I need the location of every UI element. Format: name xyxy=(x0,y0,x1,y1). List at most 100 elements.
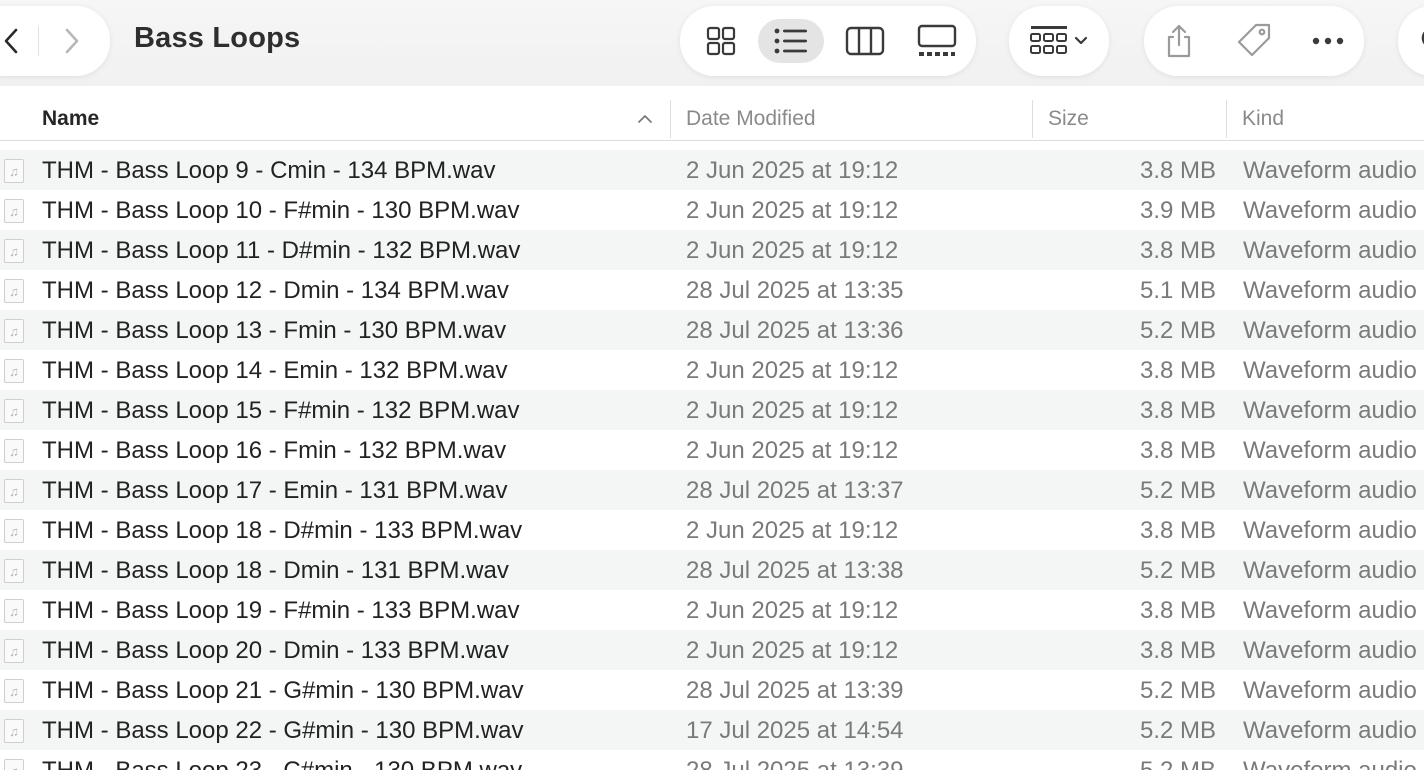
file-name: THM - Bass Loop 18 - Dmin - 131 BPM.wav xyxy=(42,557,509,584)
audio-file-icon: ♫ xyxy=(4,479,28,503)
audio-file-icon: ♫ xyxy=(4,279,28,303)
file-row[interactable]: ♫ THM - Bass Loop 23 - C#min - 130 BPM.wa… xyxy=(0,750,1424,770)
file-kind: Waveform audio xyxy=(1243,277,1417,304)
file-name: THM - Bass Loop 22 - G#min - 130 BPM.wav xyxy=(42,717,524,744)
audio-file-icon: ♫ xyxy=(4,359,28,383)
audio-file-icon: ♫ xyxy=(4,239,28,263)
file-row[interactable]: ♫ THM - Bass Loop 12 - Dmin - 134 BPM.wav… xyxy=(0,270,1424,310)
tag-button[interactable] xyxy=(1229,19,1279,63)
audio-file-icon: ♫ xyxy=(4,599,28,623)
column-name-header[interactable]: Name xyxy=(42,98,642,140)
file-size: 5.1 MB xyxy=(1139,277,1216,304)
file-kind: Waveform audio xyxy=(1243,557,1417,584)
file-size: 3.8 MB xyxy=(1139,597,1216,624)
file-name: THM - Bass Loop 16 - Fmin - 132 BPM.wav xyxy=(42,437,507,464)
file-row[interactable]: ♫ THM - Bass Loop 17 - Emin - 131 BPM.wav… xyxy=(0,470,1424,510)
file-row[interactable]: ♫ THM - Bass Loop 14 - Emin - 132 BPM.wav… xyxy=(0,350,1424,390)
file-row[interactable]: ♫ THM - Bass Loop 13 - Fmin - 130 BPM.wav… xyxy=(0,310,1424,350)
file-size: 5.2 MB xyxy=(1139,477,1216,504)
file-date-modified: 2 Jun 2025 at 19:12 xyxy=(686,357,899,384)
file-row[interactable]: ♫ THM - Bass Loop 15 - F#min - 132 BPM.wa… xyxy=(0,390,1424,430)
column-date-modified-header[interactable]: Date Modified xyxy=(686,98,1016,140)
icon-view-button[interactable] xyxy=(688,19,754,63)
navigation-buttons xyxy=(0,6,110,76)
file-date-modified: 28 Jul 2025 at 13:39 xyxy=(686,677,904,704)
audio-file-icon: ♫ xyxy=(4,639,28,663)
file-size: 5.2 MB xyxy=(1139,717,1216,744)
file-name: THM - Bass Loop 11 - D#min - 132 BPM.wav xyxy=(42,237,521,264)
file-kind: Waveform audio xyxy=(1243,517,1417,544)
audio-file-icon: ♫ xyxy=(4,439,28,463)
audio-file-icon: ♫ xyxy=(4,559,28,583)
column-date-label: Date Modified xyxy=(686,107,816,130)
gallery-view-button[interactable] xyxy=(904,19,970,63)
file-row[interactable]: ♫ THM - Bass Loop 20 - Dmin - 133 BPM.wav… xyxy=(0,630,1424,670)
audio-file-icon: ♫ xyxy=(4,159,28,183)
column-divider[interactable] xyxy=(1032,100,1033,138)
column-name-label: Name xyxy=(42,107,100,130)
back-button[interactable] xyxy=(0,6,36,76)
file-date-modified: 2 Jun 2025 at 19:12 xyxy=(686,197,899,224)
file-size: 3.8 MB xyxy=(1139,637,1216,664)
file-kind: Waveform audio xyxy=(1243,237,1417,264)
file-row[interactable]: ♫ THM - Bass Loop 18 - D#min - 133 BPM.wa… xyxy=(0,510,1424,550)
file-size: 3.8 MB xyxy=(1139,517,1216,544)
action-buttons xyxy=(1144,6,1364,76)
nav-divider xyxy=(38,26,39,56)
file-date-modified: 28 Jul 2025 at 13:36 xyxy=(686,317,904,344)
file-name: THM - Bass Loop 13 - Fmin - 130 BPM.wav xyxy=(42,317,507,344)
file-name: THM - Bass Loop 21 - G#min - 130 BPM.wav xyxy=(42,677,524,704)
audio-file-icon: ♫ xyxy=(4,759,28,770)
file-name: THM - Bass Loop 10 - F#min - 130 BPM.wav xyxy=(42,197,520,224)
file-kind: Waveform audio xyxy=(1243,677,1417,704)
column-size-header[interactable]: Size xyxy=(1048,98,1218,140)
file-size: 3.8 MB xyxy=(1139,397,1216,424)
file-row[interactable]: ♫ THM - Bass Loop 11 - D#min - 132 BPM.wa… xyxy=(0,230,1424,270)
column-kind-header[interactable]: Kind xyxy=(1242,98,1422,140)
file-date-modified: 28 Jul 2025 at 13:35 xyxy=(686,277,904,304)
file-kind: Waveform audio xyxy=(1243,717,1417,744)
file-size: 3.8 MB xyxy=(1139,237,1216,264)
file-row[interactable]: ♫ THM - Bass Loop 21 - G#min - 130 BPM.wa… xyxy=(0,670,1424,710)
file-size: 3.8 MB xyxy=(1139,157,1216,184)
forward-button[interactable] xyxy=(47,6,97,76)
file-row[interactable]: ♫ THM - Bass Loop 22 - G#min - 130 BPM.wa… xyxy=(0,710,1424,750)
group-by-button[interactable] xyxy=(1009,6,1109,76)
columns-icon xyxy=(845,26,885,56)
file-kind: Waveform audio xyxy=(1243,597,1417,624)
file-name: THM - Bass Loop 14 - Emin - 132 BPM.wav xyxy=(42,357,508,384)
file-row[interactable]: ♫ THM - Bass Loop 9 - Cmin - 134 BPM.wav 2… xyxy=(0,150,1424,190)
file-date-modified: 2 Jun 2025 at 19:12 xyxy=(686,237,899,264)
column-kind-label: Kind xyxy=(1242,107,1285,130)
more-actions-button[interactable] xyxy=(1303,19,1353,63)
file-kind: Waveform audio xyxy=(1243,317,1417,344)
file-date-modified: 2 Jun 2025 at 19:12 xyxy=(686,517,899,544)
column-divider[interactable] xyxy=(1226,100,1227,138)
file-date-modified: 2 Jun 2025 at 19:12 xyxy=(686,157,899,184)
tag-icon xyxy=(1237,23,1271,57)
file-name: THM - Bass Loop 9 - Cmin - 134 BPM.wav xyxy=(42,157,496,184)
file-row[interactable]: ♫ THM - Bass Loop 16 - Fmin - 132 BPM.wav… xyxy=(0,430,1424,470)
file-name: THM - Bass Loop 20 - Dmin - 133 BPM.wav xyxy=(42,637,509,664)
file-row[interactable]: ♫ THM - Bass Loop 19 - F#min - 133 BPM.wa… xyxy=(0,590,1424,630)
file-size: 3.9 MB xyxy=(1139,197,1216,224)
gallery-icon xyxy=(917,24,957,56)
file-kind: Waveform audio xyxy=(1243,750,1424,770)
file-size: 5.2 MB xyxy=(1139,677,1216,704)
file-name: THM - Bass Loop 18 - D#min - 133 BPM.wav xyxy=(42,517,523,544)
file-name: THM - Bass Loop 19 - F#min - 133 BPM.wav xyxy=(42,597,520,624)
file-kind: Waveform audio xyxy=(1243,477,1417,504)
file-size: 3.8 MB xyxy=(1139,437,1216,464)
column-view-button[interactable] xyxy=(832,19,898,63)
file-list: ♫ THM - Bass Loop 9 - Cmin - 134 BPM.wav 2… xyxy=(0,150,1424,770)
grid-icon xyxy=(706,26,736,56)
list-view-button[interactable] xyxy=(758,19,824,63)
file-name: THM - Bass Loop 23 - C#min - 130 BPM.wav xyxy=(42,750,662,770)
file-row[interactable]: ♫ THM - Bass Loop 10 - F#min - 130 BPM.wa… xyxy=(0,190,1424,230)
column-divider[interactable] xyxy=(670,100,671,138)
file-kind: Waveform audio xyxy=(1243,437,1417,464)
file-row[interactable]: ♫ THM - Bass Loop 18 - Dmin - 131 BPM.wav… xyxy=(0,550,1424,590)
file-date-modified: 2 Jun 2025 at 19:12 xyxy=(686,437,899,464)
share-button[interactable] xyxy=(1154,19,1204,63)
search-button[interactable] xyxy=(1398,6,1424,76)
